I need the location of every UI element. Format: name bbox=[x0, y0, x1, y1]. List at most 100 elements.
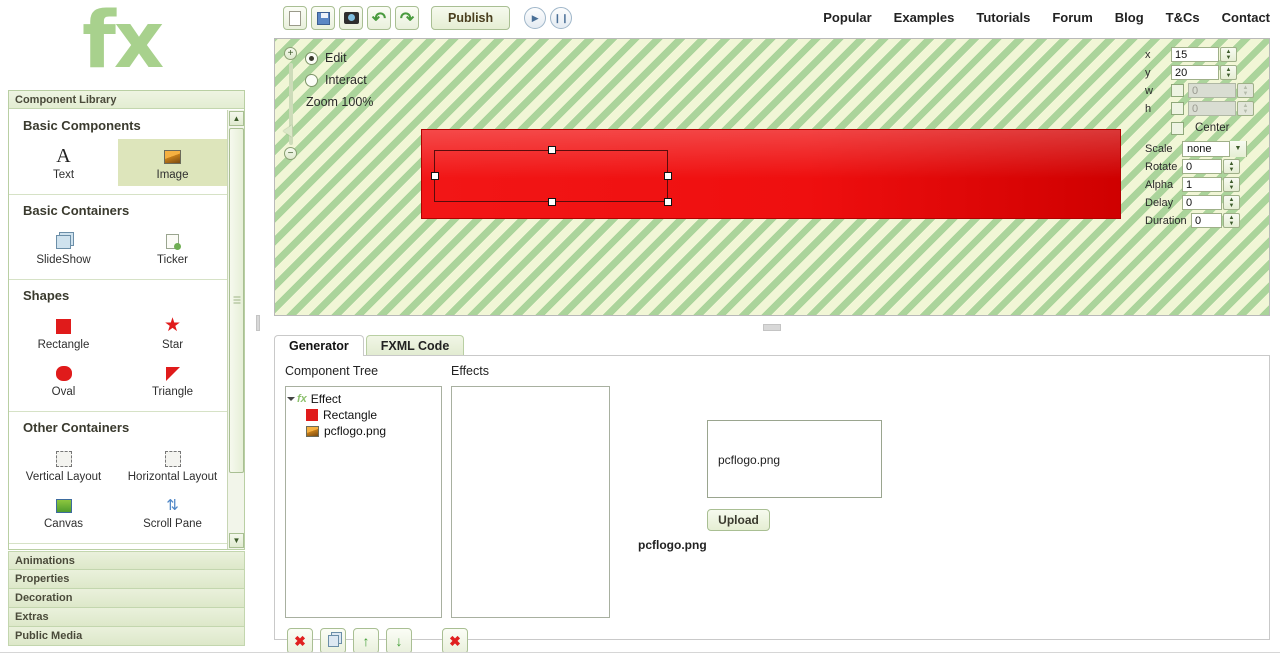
library-item-rectangle[interactable]: Rectangle bbox=[9, 309, 118, 356]
scroll-down-icon[interactable]: ▼ bbox=[229, 533, 244, 548]
resize-handle-right[interactable] bbox=[664, 172, 672, 180]
delete-effect-button[interactable]: ✖ bbox=[442, 628, 468, 654]
component-tree[interactable]: fx Effect Rectangle pcflogo.png bbox=[285, 386, 442, 618]
scrollbar-thumb[interactable] bbox=[229, 128, 244, 473]
library-item-triangle[interactable]: Triangle bbox=[118, 356, 227, 403]
property-input-delay[interactable] bbox=[1182, 195, 1222, 210]
mode-edit-row[interactable]: Edit bbox=[305, 51, 373, 65]
undo-button[interactable]: ↶ bbox=[367, 6, 391, 30]
new-document-button[interactable] bbox=[283, 6, 307, 30]
accordion-item-decoration[interactable]: Decoration bbox=[8, 589, 245, 608]
library-item-image[interactable]: Image bbox=[118, 139, 227, 186]
triangle-icon bbox=[118, 360, 227, 386]
zoom-slider-knob[interactable] bbox=[283, 125, 292, 137]
vertical-splitter[interactable] bbox=[255, 0, 262, 660]
play-icon: ▶ bbox=[531, 12, 539, 23]
property-checkbox-h[interactable] bbox=[1171, 102, 1184, 115]
nav-item-popular[interactable]: Popular bbox=[823, 10, 871, 25]
spin-down-icon[interactable]: ▼ bbox=[1229, 203, 1235, 209]
chevron-down-icon[interactable]: ▼ bbox=[1229, 140, 1246, 157]
property-checkbox-w[interactable] bbox=[1171, 84, 1184, 97]
upload-button[interactable]: Upload bbox=[707, 509, 770, 531]
move-down-button[interactable]: ↓ bbox=[386, 628, 412, 654]
nav-item-tcs[interactable]: T&Cs bbox=[1166, 10, 1200, 25]
radio-edit[interactable] bbox=[305, 51, 318, 65]
resize-handle-bottom[interactable] bbox=[548, 198, 556, 206]
library-item-text[interactable]: A Text bbox=[9, 139, 118, 186]
upload-dropzone[interactable]: pcflogo.png bbox=[707, 420, 882, 498]
property-input-y[interactable] bbox=[1171, 65, 1219, 80]
spinner-x[interactable]: ▲ ▼ bbox=[1220, 47, 1237, 62]
library-scrollbar[interactable]: ▲ ▼ bbox=[227, 110, 244, 549]
design-canvas[interactable]: + − Edit Interact Zoom 100% x 15 ▲ ▼ y 2… bbox=[274, 38, 1270, 316]
spin-down-icon[interactable]: ▼ bbox=[1229, 221, 1235, 227]
copy-component-button[interactable] bbox=[320, 628, 346, 654]
library-item-horizontal-layout[interactable]: Horizontal Layout bbox=[118, 441, 227, 488]
redo-button[interactable]: ↷ bbox=[395, 6, 419, 30]
brand-logo[interactable]: fx bbox=[0, 0, 250, 90]
zoom-out-icon[interactable]: − bbox=[284, 147, 297, 160]
library-item-canvas[interactable]: Canvas bbox=[9, 488, 118, 535]
nav-item-tutorials[interactable]: Tutorials bbox=[976, 10, 1030, 25]
property-input-duration[interactable] bbox=[1191, 213, 1222, 228]
center-checkbox[interactable] bbox=[1171, 121, 1184, 135]
move-up-button[interactable]: ↑ bbox=[353, 628, 379, 654]
library-item-label: Rectangle bbox=[37, 339, 90, 351]
spin-down-icon[interactable]: ▼ bbox=[1226, 73, 1232, 79]
accordion-item-extras[interactable]: Extras bbox=[8, 608, 245, 627]
library-item-slideshow[interactable]: SlideShow bbox=[9, 224, 118, 271]
tree-node-image[interactable]: pcflogo.png bbox=[289, 423, 441, 439]
resize-handle-top[interactable] bbox=[548, 146, 556, 154]
accordion-item-animations[interactable]: Animations bbox=[8, 551, 245, 570]
nav-item-contact[interactable]: Contact bbox=[1222, 10, 1270, 25]
nav-item-examples[interactable]: Examples bbox=[894, 10, 955, 25]
scroll-up-icon[interactable]: ▲ bbox=[229, 111, 244, 126]
horizontal-splitter[interactable] bbox=[274, 320, 1270, 334]
effects-list[interactable] bbox=[451, 386, 610, 618]
property-input-x[interactable] bbox=[1171, 47, 1219, 62]
radio-interact[interactable] bbox=[305, 73, 318, 87]
spin-down-icon[interactable]: ▼ bbox=[1226, 55, 1232, 61]
spin-down-icon[interactable]: ▼ bbox=[1229, 185, 1235, 191]
chevron-down-icon[interactable] bbox=[287, 397, 295, 401]
property-input-alpha[interactable] bbox=[1182, 177, 1222, 192]
scroll-pane-icon: ⇅ bbox=[166, 497, 179, 514]
spinner-alpha[interactable]: ▲ ▼ bbox=[1223, 177, 1240, 192]
library-item-oval[interactable]: Oval bbox=[9, 356, 118, 403]
spin-down-icon[interactable]: ▼ bbox=[1229, 167, 1235, 173]
selection-box[interactable] bbox=[431, 146, 672, 206]
accordion-item-properties[interactable]: Properties bbox=[8, 570, 245, 589]
publish-button[interactable]: Publish bbox=[431, 6, 511, 30]
library-item-label: Canvas bbox=[44, 518, 83, 530]
library-item-star[interactable]: ★ Star bbox=[118, 309, 227, 356]
undo-icon: ↶ bbox=[371, 8, 387, 28]
mode-interact-row[interactable]: Interact bbox=[305, 73, 373, 87]
property-input-rotate[interactable] bbox=[1182, 159, 1222, 174]
resize-handle-bottom-right[interactable] bbox=[664, 198, 672, 206]
spinner-delay[interactable]: ▲ ▼ bbox=[1223, 195, 1240, 210]
mode-edit-label: Edit bbox=[325, 51, 347, 65]
property-label-y: y bbox=[1145, 66, 1151, 79]
library-item-ticker[interactable]: Ticker bbox=[118, 224, 227, 271]
tab-generator[interactable]: Generator bbox=[274, 335, 364, 356]
delete-component-button[interactable]: ✖ bbox=[287, 628, 313, 654]
spinner-duration[interactable]: ▲ ▼ bbox=[1223, 213, 1240, 228]
spinner-rotate[interactable]: ▲ ▼ bbox=[1223, 159, 1240, 174]
resize-handle-left[interactable] bbox=[431, 172, 439, 180]
zoom-in-icon[interactable]: + bbox=[284, 47, 297, 60]
play-button[interactable]: ▶ bbox=[524, 7, 547, 29]
screenshot-button[interactable] bbox=[339, 6, 363, 30]
pause-button[interactable]: ❙❙ bbox=[550, 7, 573, 29]
tab-fxml-code[interactable]: FXML Code bbox=[365, 335, 465, 356]
tree-node-effect[interactable]: fx Effect bbox=[287, 391, 441, 407]
scale-select[interactable]: none ▼ bbox=[1182, 140, 1247, 157]
nav-item-blog[interactable]: Blog bbox=[1115, 10, 1144, 25]
library-item-vertical-layout[interactable]: Vertical Layout bbox=[9, 441, 118, 488]
zoom-slider-control[interactable]: + − bbox=[281, 47, 303, 162]
tree-node-rectangle[interactable]: Rectangle bbox=[289, 407, 441, 423]
accordion-item-public-media[interactable]: Public Media bbox=[8, 627, 245, 646]
save-button[interactable] bbox=[311, 6, 335, 30]
nav-item-forum[interactable]: Forum bbox=[1052, 10, 1092, 25]
spinner-y[interactable]: ▲ ▼ bbox=[1220, 65, 1237, 80]
library-item-scroll-pane[interactable]: ⇅ Scroll Pane bbox=[118, 488, 227, 535]
